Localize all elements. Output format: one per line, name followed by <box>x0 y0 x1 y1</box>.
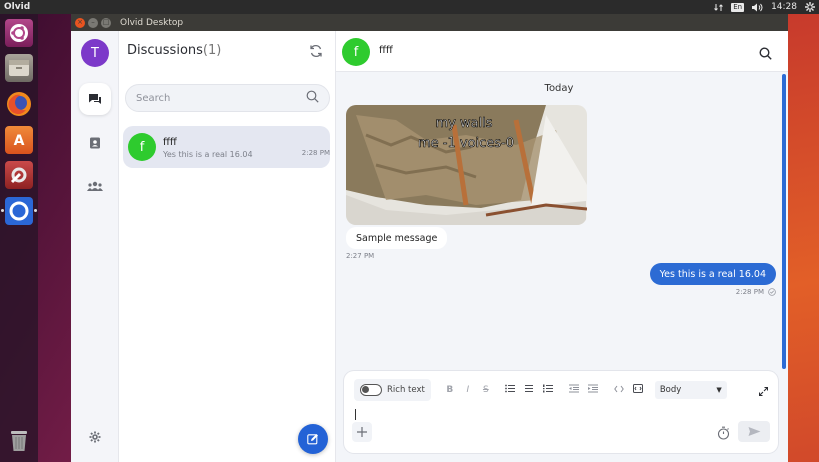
discussion-list-panel: Discussions(1) Search f ffff Yes this is… <box>119 31 336 462</box>
new-discussion-button[interactable] <box>298 424 328 454</box>
firefox-icon[interactable] <box>5 90 33 118</box>
discussions-count: (1) <box>202 43 222 58</box>
discussions-title: Discussions <box>127 43 203 58</box>
groups-icon <box>87 181 103 191</box>
outgoing-message-meta: 2:28 PM <box>736 288 776 296</box>
outgoing-message-time: 2:28 PM <box>735 288 764 296</box>
outdent-icon[interactable] <box>567 384 581 396</box>
outgoing-message-bubble[interactable]: Yes this is a real 16.04 <box>649 263 776 285</box>
text-cursor <box>355 409 356 420</box>
svg-text:A: A <box>14 133 25 149</box>
composer-toolbar: Rich text B I S Body ▼ <box>354 379 769 401</box>
discussions-icon <box>89 94 101 104</box>
olvid-window: × – □ Olvid Desktop T Discussions(1) Sea… <box>71 14 788 462</box>
incoming-message-time: 2:27 PM <box>346 252 375 260</box>
system-tray: En 14:28 <box>714 2 815 12</box>
contacts-icon <box>90 137 100 149</box>
discussion-search-input[interactable]: Search <box>125 84 330 112</box>
discussion-item[interactable]: f ffff Yes this is a real 16.04 2:28 PM <box>123 126 330 168</box>
navigation-rail: T <box>71 31 119 462</box>
image-caption-top: my walls <box>435 116 492 131</box>
system-gear-icon[interactable] <box>805 2 815 12</box>
add-attachment-button[interactable] <box>352 422 372 442</box>
ephemeral-timer-icon[interactable] <box>717 425 730 444</box>
chat-panel: f ffff Today my walls me -1 voices-0 Sam… <box>336 31 788 462</box>
my-avatar[interactable]: T <box>81 39 109 67</box>
bullet-list-icon[interactable] <box>503 384 517 396</box>
keyboard-language-indicator[interactable]: En <box>731 2 745 12</box>
code-block-icon[interactable] <box>631 384 645 396</box>
ubuntu-dash-icon[interactable] <box>5 19 33 47</box>
day-separator: Today <box>544 83 574 94</box>
settings-icon[interactable] <box>5 161 33 189</box>
window-title: Olvid Desktop <box>120 17 184 28</box>
text-style-value: Body <box>659 385 682 395</box>
indent-icon[interactable] <box>586 384 600 396</box>
rail-groups-button[interactable] <box>79 170 111 202</box>
image-message[interactable]: my walls me -1 voices-0 <box>346 105 587 225</box>
plus-icon <box>357 427 367 437</box>
window-minimize-button[interactable]: – <box>88 17 98 28</box>
network-icon[interactable] <box>714 3 724 12</box>
message-composer: Rich text B I S Body ▼ <box>344 371 778 453</box>
align-icon[interactable] <box>522 384 536 396</box>
chat-scrollbar[interactable] <box>782 74 786 369</box>
chat-contact-avatar[interactable]: f <box>342 38 370 66</box>
contact-avatar: f <box>128 133 156 161</box>
software-center-icon[interactable]: A <box>5 126 33 154</box>
search-icon[interactable] <box>306 90 319 106</box>
delivered-check-icon <box>768 288 776 296</box>
discussion-last-message: Yes this is a real 16.04 <box>163 150 253 159</box>
strikethrough-button[interactable]: S <box>479 385 493 395</box>
chat-header: f ffff <box>336 31 788 72</box>
desktop-background-right <box>788 14 819 462</box>
numbered-list-icon[interactable] <box>541 384 555 396</box>
window-close-button[interactable]: × <box>75 17 85 28</box>
discussion-name: ffff <box>163 137 177 148</box>
bold-button[interactable]: B <box>443 385 457 395</box>
launcher-dock: A <box>0 14 38 462</box>
discussions-header: Discussions(1) <box>127 43 221 58</box>
rail-discussions-button[interactable] <box>79 83 111 115</box>
files-icon[interactable] <box>5 54 33 82</box>
rail-settings-button[interactable] <box>79 421 111 453</box>
rail-contacts-button[interactable] <box>79 127 111 159</box>
send-button[interactable] <box>738 421 770 442</box>
trash-icon[interactable] <box>5 426 33 454</box>
window-maximize-button[interactable]: □ <box>101 17 111 28</box>
code-icon[interactable] <box>612 385 626 396</box>
expand-icon[interactable] <box>758 381 769 400</box>
toggle-switch[interactable] <box>360 384 382 396</box>
volume-icon[interactable] <box>752 3 763 12</box>
rich-text-label: Rich text <box>387 385 425 395</box>
app-body: T Discussions(1) Search f ffff Yes this … <box>71 31 788 462</box>
text-style-select[interactable]: Body ▼ <box>654 381 727 399</box>
refresh-icon[interactable] <box>309 43 325 59</box>
system-top-bar: Olvid En 14:28 <box>0 0 819 14</box>
window-titlebar: × – □ Olvid Desktop <box>71 14 788 31</box>
settings-icon <box>89 431 101 443</box>
chat-contact-name[interactable]: ffff <box>379 45 393 56</box>
incoming-message-bubble[interactable]: Sample message <box>346 227 448 249</box>
active-app-name: Olvid <box>4 2 31 12</box>
search-placeholder: Search <box>136 92 171 104</box>
search-icon[interactable] <box>759 45 772 64</box>
italic-button[interactable]: I <box>461 385 475 395</box>
send-icon <box>748 427 760 436</box>
discussion-time: 2:28 PM <box>301 149 330 157</box>
olvid-icon[interactable] <box>1 197 37 225</box>
edit-icon <box>307 434 318 445</box>
image-caption-bottom: me -1 voices-0 <box>418 136 514 151</box>
clock[interactable]: 14:28 <box>771 2 797 12</box>
chevron-down-icon: ▼ <box>716 386 722 394</box>
rich-text-toggle[interactable]: Rich text <box>354 379 431 401</box>
